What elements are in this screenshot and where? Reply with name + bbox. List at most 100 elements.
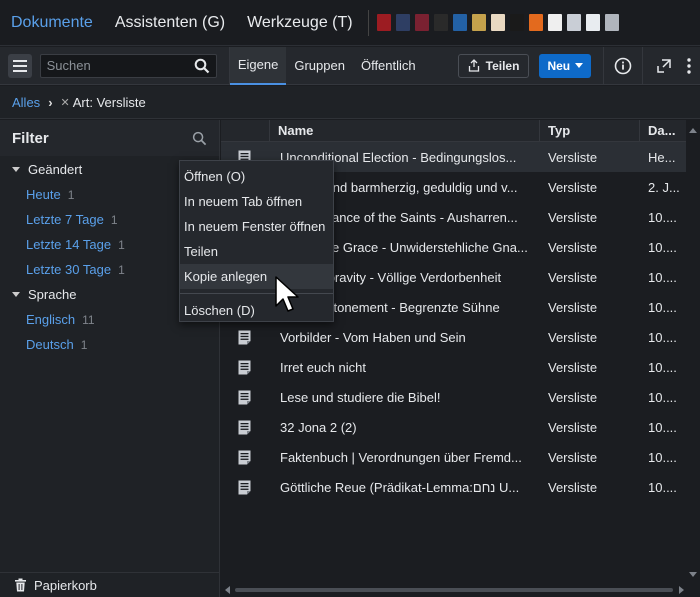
table-row[interactable]: Faktenbuch | Verordnungen über Fremd... V…	[221, 442, 686, 472]
scroll-left-arrow-icon[interactable]	[223, 583, 233, 597]
filter-item-count: 11	[82, 312, 95, 327]
new-button[interactable]: Neu	[539, 53, 592, 78]
filter-item-count: 1	[110, 212, 118, 227]
search-input[interactable]	[46, 58, 194, 73]
resource-thumbnail[interactable]	[604, 14, 619, 31]
row-name: Faktenbuch | Verordnungen über Fremd...	[280, 449, 522, 465]
resource-thumbnail[interactable]	[547, 14, 562, 31]
hamburger-icon	[12, 64, 27, 67]
filter-item-deutsch[interactable]: Deutsch 1	[0, 332, 219, 357]
row-date: 10....	[648, 449, 677, 465]
scope-tab-oeffentlich[interactable]: Öffentlich	[353, 47, 424, 85]
toolbar-divider	[603, 46, 605, 85]
new-label: Neu	[547, 58, 571, 73]
filter-item-label: Heute	[26, 187, 61, 202]
row-type: Versliste	[548, 149, 598, 165]
table-row[interactable]: Irret euch nicht Versliste 10....	[221, 352, 686, 382]
menu-item-share[interactable]: Teilen	[180, 239, 333, 264]
trash-link[interactable]: Papierkorb	[0, 572, 219, 597]
row-type: Versliste	[548, 329, 598, 345]
resource-thumbnail[interactable]	[585, 14, 600, 31]
more-options-button[interactable]	[678, 55, 700, 77]
column-header-name[interactable]: Name	[278, 123, 313, 138]
row-name: Irret euch nicht	[280, 359, 366, 375]
hamburger-icon	[12, 69, 27, 72]
remove-filter-icon[interactable]: ✕	[61, 96, 70, 109]
resource-thumbnail[interactable]	[528, 14, 543, 31]
breadcrumb-separator: ›	[48, 94, 53, 110]
row-type: Versliste	[548, 359, 598, 375]
share-icon	[468, 59, 479, 72]
scroll-down-arrow-icon[interactable]	[686, 567, 700, 581]
filter-item-label: Letzte 30 Tage	[26, 262, 112, 277]
row-date: He...	[648, 149, 676, 165]
tab-werkzeuge[interactable]: Werkzeuge (T)	[236, 0, 364, 46]
scroll-up-arrow-icon[interactable]	[686, 124, 700, 138]
tab-dokumente[interactable]: Dokumente	[0, 0, 104, 46]
menu-item-delete[interactable]: Löschen (D)	[180, 298, 333, 323]
share-label: Teilen	[485, 58, 520, 73]
column-header-date[interactable]: Da...	[648, 123, 675, 138]
row-type: Versliste	[548, 389, 598, 405]
menu-item-open[interactable]: Öffnen (O)	[180, 164, 333, 189]
breadcrumb-root-link[interactable]: Alles	[12, 95, 40, 110]
row-type: Versliste	[548, 449, 598, 465]
row-date: 10....	[648, 299, 677, 315]
resource-thumbnail[interactable]	[452, 14, 467, 31]
vertical-scrollbar[interactable]	[686, 120, 700, 597]
chevron-down-icon	[575, 62, 584, 68]
menu-item-open-new-window[interactable]: In neuem Fenster öffnen	[180, 214, 333, 239]
tab-label: Werkzeuge (T)	[247, 13, 353, 31]
verse-list-icon	[238, 480, 251, 495]
table-row[interactable]: 32 Jona 2 (2) Versliste 10....	[221, 412, 686, 442]
row-date: 10....	[648, 239, 677, 255]
resource-thumbnail[interactable]	[566, 14, 581, 31]
filter-item-count: 1	[80, 337, 88, 352]
verse-list-icon	[238, 390, 251, 405]
row-date: 10....	[648, 269, 677, 285]
column-header-type[interactable]: Typ	[548, 123, 570, 138]
scrollbar-thumb[interactable]	[235, 588, 673, 592]
open-in-panel-button[interactable]	[653, 55, 675, 77]
verse-list-icon	[238, 330, 251, 345]
verse-list-icon	[238, 420, 251, 435]
column-divider	[639, 120, 640, 142]
resource-thumbnail[interactable]	[376, 14, 391, 31]
table-row[interactable]: Vorbilder - Vom Haben und Sein Versliste 1…	[221, 322, 686, 352]
resource-thumbnail[interactable]	[490, 14, 505, 31]
library-toolbar: Eigene Gruppen Öffentlich Teilen Neu	[0, 46, 700, 85]
recent-resources-bar	[376, 14, 619, 31]
top-navigation: Dokumente Assistenten (G) Werkzeuge (T)	[0, 0, 700, 46]
menu-button[interactable]	[8, 53, 32, 78]
menu-item-open-new-tab[interactable]: In neuem Tab öffnen	[180, 189, 333, 214]
scroll-right-arrow-icon[interactable]	[676, 583, 686, 597]
resource-thumbnail[interactable]	[414, 14, 429, 31]
scope-tab-eigene[interactable]: Eigene	[229, 46, 287, 85]
filter-title: Filter	[12, 129, 49, 147]
row-type: Versliste	[548, 269, 598, 285]
search-box	[39, 53, 217, 78]
filter-item-label: Letzte 7 Tage	[26, 212, 104, 227]
resource-thumbnail[interactable]	[471, 14, 486, 31]
more-vertical-icon	[687, 57, 691, 74]
hamburger-icon	[12, 59, 27, 62]
resource-thumbnail[interactable]	[509, 14, 524, 31]
filter-group-label: Sprache	[28, 287, 77, 302]
verse-list-icon	[238, 360, 251, 375]
share-button[interactable]: Teilen	[457, 53, 530, 78]
search-icon[interactable]	[194, 58, 210, 74]
tab-label: Assistenten (G)	[114, 13, 226, 31]
tab-assistenten[interactable]: Assistenten (G)	[104, 0, 236, 46]
row-date: 10....	[648, 209, 677, 225]
info-button[interactable]	[612, 55, 634, 77]
resource-thumbnail[interactable]	[395, 14, 410, 31]
resource-thumbnail[interactable]	[433, 14, 448, 31]
menu-item-duplicate[interactable]: Kopie anlegen	[180, 264, 333, 289]
search-icon[interactable]	[192, 131, 207, 146]
horizontal-scrollbar[interactable]	[221, 583, 700, 597]
table-row[interactable]: Göttliche Reue (Prädikat-Lemma:נחם U... V…	[221, 472, 686, 502]
scope-tab-gruppen[interactable]: Gruppen	[286, 47, 353, 85]
table-row[interactable]: Lese und studiere die Bibel! Versliste 10.…	[221, 382, 686, 412]
row-type: Versliste	[548, 419, 598, 435]
row-type: Versliste	[548, 479, 598, 495]
